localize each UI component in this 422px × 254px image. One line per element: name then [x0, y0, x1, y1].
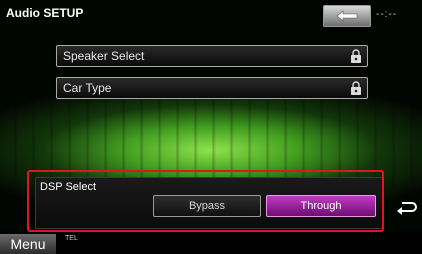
tel-status: TEL	[65, 235, 78, 242]
menu-button[interactable]: Menu	[0, 234, 56, 254]
lock-icon	[351, 81, 361, 95]
lock-icon	[351, 49, 361, 63]
bottom-bar	[0, 232, 422, 254]
speaker-select-button[interactable]: Speaker Select	[56, 45, 368, 67]
car-type-button[interactable]: Car Type	[56, 77, 368, 99]
back-button[interactable]	[323, 5, 371, 27]
dsp-select-label: DSP Select	[40, 181, 97, 193]
clock: --:--	[376, 9, 398, 20]
back-arrow-icon	[336, 10, 358, 22]
bypass-button[interactable]: Bypass	[153, 195, 261, 217]
car-type-label: Car Type	[63, 81, 112, 95]
page-title: Audio SETUP	[6, 6, 84, 20]
return-button[interactable]	[394, 195, 420, 221]
speaker-select-label: Speaker Select	[63, 49, 145, 63]
through-button[interactable]: Through	[266, 195, 376, 217]
audio-setup-screen: Audio SETUP --:-- Speaker Select Car Typ…	[0, 0, 422, 254]
return-icon	[397, 202, 417, 215]
